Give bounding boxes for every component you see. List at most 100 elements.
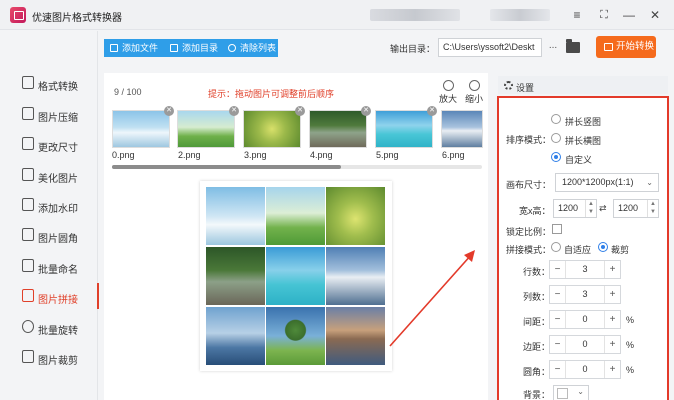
width-spinner-icon[interactable]: ▲ ▼: [585, 200, 596, 217]
clear-list-icon: [228, 44, 236, 52]
corner-radius-label: 圆角：: [523, 367, 551, 377]
minus-icon[interactable]: −: [550, 261, 566, 278]
thumbnail-1[interactable]: ✕: [177, 106, 239, 148]
background-color-picker[interactable]: ⌄: [553, 385, 589, 400]
sidebar-item-resize[interactable]: 更改尺寸: [0, 131, 98, 157]
plus-icon[interactable]: +: [604, 336, 620, 353]
lock-ratio-label: 锁定比例：: [506, 227, 552, 237]
minus-icon[interactable]: −: [550, 336, 566, 353]
remove-image-icon[interactable]: ✕: [295, 106, 305, 116]
minus-icon[interactable]: −: [550, 361, 566, 378]
zoom-in-button[interactable]: 放大: [436, 80, 460, 105]
sidebar-item-format-convert[interactable]: 格式转换: [0, 70, 98, 96]
spacing-value[interactable]: 0: [566, 311, 604, 328]
zoom-out-button[interactable]: 缩小: [462, 80, 486, 105]
plus-icon[interactable]: +: [604, 286, 620, 303]
swap-dimensions-icon[interactable]: ⇄: [599, 203, 607, 214]
columns-stepper[interactable]: − 3 +: [549, 285, 621, 304]
margin-value[interactable]: 0: [566, 336, 604, 353]
sidebar-item-compress[interactable]: 图片压缩: [0, 101, 98, 127]
add-folder-button[interactable]: 添加目录: [164, 39, 222, 57]
resize-icon: [22, 137, 34, 150]
sidebar-item-rename[interactable]: 批量命名: [0, 253, 98, 279]
spacing-label: 间距：: [523, 317, 551, 327]
clear-list-button[interactable]: 清除列表: [222, 39, 278, 57]
chevron-down-icon: ⌄: [646, 178, 653, 187]
sidebar-item-label: 美化图片: [38, 174, 78, 185]
clear-list-label: 清除列表: [240, 43, 277, 53]
sidebar-item-label: 图片压缩: [38, 113, 78, 124]
open-folder-icon[interactable]: [566, 39, 580, 53]
remove-image-icon[interactable]: ✕: [427, 106, 437, 116]
beautify-icon: [22, 168, 34, 181]
browse-more-button[interactable]: ...: [546, 39, 560, 57]
fullscreen-icon[interactable]: ⛶: [594, 6, 614, 24]
settings-title: 设置: [516, 83, 535, 93]
output-path-input[interactable]: C:\Users\yssoft2\Deskt: [438, 38, 542, 57]
sidebar: 格式转换 图片压缩 更改尺寸 美化图片 添加水印 图片圆角 批量命名 图片拼接 …: [0, 31, 99, 400]
sidebar-item-label: 更改尺寸: [38, 143, 78, 154]
plus-icon[interactable]: +: [604, 261, 620, 278]
sidebar-item-label: 批量命名: [38, 265, 78, 276]
thumbnail-2[interactable]: ✕: [243, 106, 305, 148]
stitch-radio-adaptive[interactable]: [551, 242, 561, 252]
corner-radius-stepper[interactable]: − 0 +: [549, 360, 621, 379]
columns-value[interactable]: 3: [566, 286, 604, 303]
stitch-radio-crop[interactable]: [598, 242, 608, 252]
remove-image-icon[interactable]: ✕: [229, 106, 239, 116]
columns-label: 列数：: [523, 292, 551, 302]
canvas-size-select[interactable]: 1200*1200px(1:1) ⌄: [555, 173, 659, 192]
sidebar-item-label: 图片圆角: [38, 234, 78, 245]
preview-tile: [206, 187, 265, 245]
remove-image-icon[interactable]: ✕: [164, 106, 174, 116]
sidebar-item-beautify[interactable]: 美化图片: [0, 162, 98, 188]
minus-icon[interactable]: −: [550, 311, 566, 328]
thumbnail-3[interactable]: ✕: [309, 106, 371, 148]
remove-image-icon[interactable]: ✕: [361, 106, 371, 116]
rotate-icon: [22, 320, 34, 333]
width-input[interactable]: 1200 ▲ ▼: [553, 199, 597, 218]
crop-icon: [22, 350, 34, 363]
canvas-size-label: 画布尺寸：: [506, 180, 552, 190]
stitch-mode-label: 拼接模式：: [506, 245, 552, 255]
height-input[interactable]: 1200 ▲ ▼: [613, 199, 659, 218]
preview-tile: [206, 307, 265, 365]
thumbnail-name: 5.png: [376, 150, 399, 160]
minimize-button[interactable]: —: [619, 6, 639, 24]
corner-radius-value[interactable]: 0: [566, 361, 604, 378]
spacing-stepper[interactable]: − 0 +: [549, 310, 621, 329]
sort-option-label: 拼长竖图: [565, 117, 602, 127]
start-convert-button[interactable]: 开始转换: [596, 36, 656, 58]
sidebar-item-label: 添加水印: [38, 204, 78, 215]
height-spinner-icon[interactable]: ▲ ▼: [647, 200, 658, 217]
plus-icon[interactable]: +: [604, 361, 620, 378]
sidebar-item-crop[interactable]: 图片裁剪: [0, 344, 98, 370]
close-button[interactable]: ✕: [645, 6, 665, 24]
thumbnail-4[interactable]: ✕: [375, 106, 437, 148]
rows-stepper[interactable]: − 3 +: [549, 260, 621, 279]
sort-radio-custom[interactable]: [551, 152, 561, 162]
sidebar-item-stitch[interactable]: 图片拼接: [0, 283, 99, 309]
thumbnail-5[interactable]: [441, 110, 483, 148]
add-file-button[interactable]: 添加文件: [104, 39, 164, 57]
menu-icon[interactable]: ≡: [567, 6, 587, 24]
sidebar-item-rotate[interactable]: 批量旋转: [0, 314, 98, 340]
thumbnail-scrollbar-thumb[interactable]: [112, 165, 341, 169]
plus-icon[interactable]: +: [604, 311, 620, 328]
rows-value[interactable]: 3: [566, 261, 604, 278]
sort-radio-horizontal[interactable]: [551, 133, 561, 143]
minus-icon[interactable]: −: [550, 286, 566, 303]
thumbnail-0[interactable]: ✕: [112, 106, 174, 148]
sort-radio-vertical[interactable]: [551, 114, 561, 124]
sidebar-item-watermark[interactable]: 添加水印: [0, 192, 98, 218]
title-bar: 优速图片格式转换器 ≡ ⛶ — ✕: [0, 0, 674, 30]
thumbnail-name: 6.png: [442, 150, 465, 160]
sidebar-item-rounded-corner[interactable]: 图片圆角: [0, 222, 98, 248]
preview-tile: [266, 187, 325, 245]
convert-icon: [604, 43, 613, 51]
stitch-option-label: 自适应: [564, 245, 592, 255]
add-file-label: 添加文件: [122, 43, 159, 53]
lock-ratio-checkbox[interactable]: [552, 224, 562, 234]
margin-stepper[interactable]: − 0 +: [549, 335, 621, 354]
preview-tile: [266, 307, 325, 365]
